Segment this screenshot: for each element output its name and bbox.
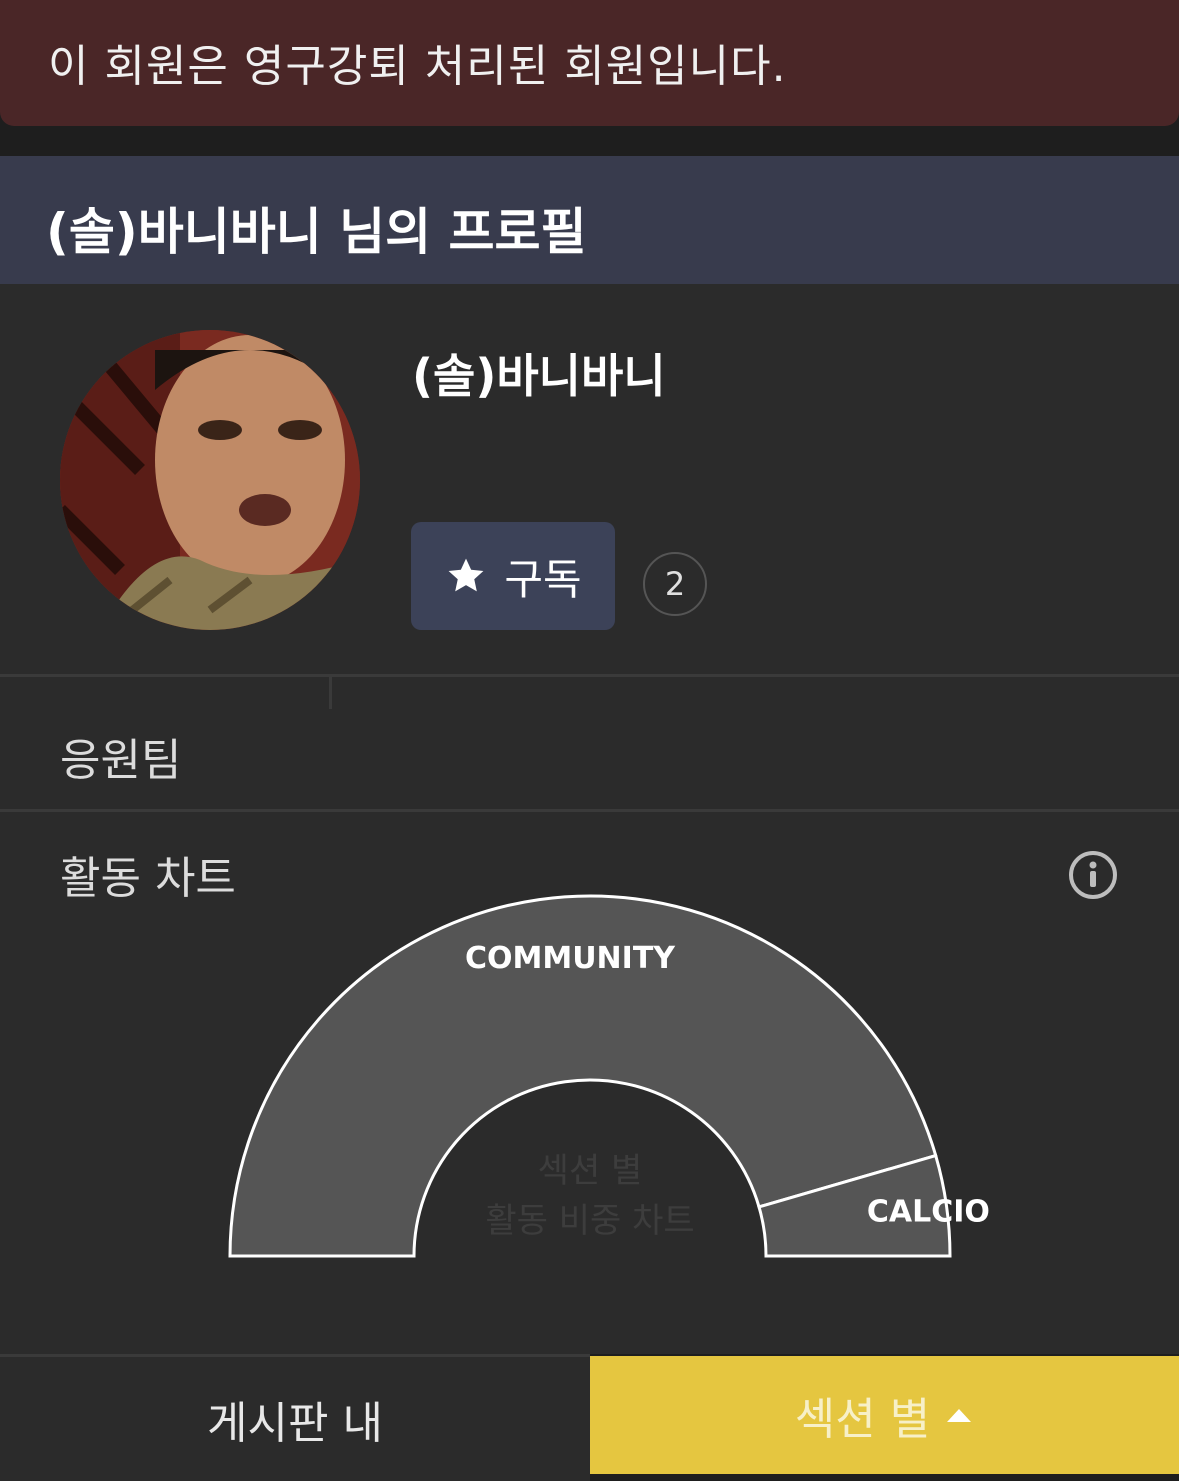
ban-alert-banner: 이 회원은 영구강퇴 처리된 회원입니다. (0, 0, 1179, 126)
profile-card: (솔)바니바니 구독 2 응원팀 활동 차트 COMMUNITY CALCIO 섹… (0, 284, 1179, 1354)
subscriber-count-badge: 2 (643, 552, 707, 616)
profile-username: (솔)바니바니 (412, 349, 666, 403)
caret-up-icon (947, 1409, 972, 1422)
chart-center-line1: 섹션 별 (537, 1151, 643, 1191)
tab-section[interactable]: 섹션 별 (590, 1356, 1179, 1474)
team-label: 응원팀 (60, 735, 182, 786)
subscribe-button[interactable]: 구독 (411, 522, 615, 630)
chart-label-community: COMMUNITY (465, 941, 676, 976)
chart-label-calcio: CALCIO (867, 1194, 990, 1229)
chart-center-caption: 섹션 별 활동 비중 차트 (390, 1146, 790, 1246)
tab-board-label: 게시판 내 (207, 1398, 383, 1449)
avatar (60, 330, 360, 630)
subscribe-label: 구독 (504, 554, 582, 604)
avatar-photo (60, 330, 360, 630)
tab-section-label: 섹션 별 (794, 1394, 931, 1445)
page-title: (솔)바니바니 님의 프로필 (46, 203, 587, 261)
chart-center-line2: 활동 비중 차트 (485, 1201, 695, 1241)
divider (0, 674, 1179, 677)
tab-board[interactable]: 게시판 내 (0, 1354, 590, 1481)
divider (329, 677, 332, 709)
star-icon (448, 558, 484, 592)
profile-header: (솔)바니바니 님의 프로필 (0, 156, 1179, 284)
divider (0, 809, 1179, 812)
bottom-tab-bar: 게시판 내 섹션 별 (0, 1354, 1179, 1481)
ban-alert-text: 이 회원은 영구강퇴 처리된 회원입니다. (48, 41, 787, 92)
